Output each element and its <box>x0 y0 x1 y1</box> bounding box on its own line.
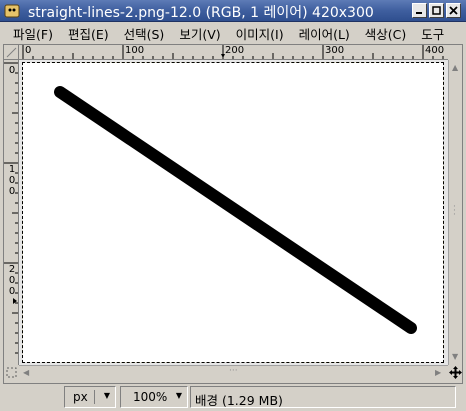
minimize-icon <box>416 12 422 14</box>
zoom-value: 100% <box>133 390 168 404</box>
minimize-button[interactable] <box>412 3 427 18</box>
menu-colors[interactable]: 색상(C) <box>365 24 406 43</box>
straight-line-stroke <box>54 86 417 334</box>
window-title: straight-lines-2.png-12.0 (RGB, 1 레이어) 4… <box>28 5 374 21</box>
zoom-selector[interactable]: 100% ▼ <box>120 386 188 408</box>
vertical-scrollbar[interactable]: ▲ · · · ▼ <box>448 60 462 365</box>
horizontal-scrollbar[interactable]: ◀ ··· ▶ <box>19 365 448 380</box>
vertical-ruler[interactable]: 0 100 200 <box>4 60 19 365</box>
menu-tools[interactable]: 도구 <box>421 24 444 43</box>
scroll-down-arrow-icon[interactable]: ▼ <box>452 352 458 361</box>
unit-value: px <box>73 390 88 404</box>
hruler-label-300: 300 <box>325 45 345 56</box>
maximize-icon <box>432 6 441 15</box>
close-icon <box>449 6 458 15</box>
title-bar: straight-lines-2.png-12.0 (RGB, 1 레이어) 4… <box>0 0 466 22</box>
unit-selector[interactable]: px ▼ <box>64 386 116 408</box>
navigate-button[interactable] <box>448 365 462 380</box>
menu-image[interactable]: 이미지(I) <box>236 24 284 43</box>
ruler-corner-icon <box>6 47 17 58</box>
hscroll-grip-icon[interactable]: ··· <box>229 366 238 376</box>
scroll-grip-icon[interactable]: · · · <box>453 203 456 220</box>
close-button[interactable] <box>446 3 461 18</box>
menu-layer[interactable]: 레이어(L) <box>299 24 350 43</box>
horizontal-ruler[interactable]: 0 100 200 300 400 <box>19 45 448 60</box>
quick-mask-button[interactable] <box>4 365 19 380</box>
hruler-label-0: 0 <box>25 45 32 56</box>
vruler-label-100: 100 <box>8 164 16 197</box>
scroll-left-arrow-icon[interactable]: ◀ <box>23 368 29 377</box>
vruler-label-0: 0 <box>8 65 16 76</box>
menu-view[interactable]: 보기(V) <box>179 24 220 43</box>
ruler-corner <box>4 45 19 60</box>
combo-separator <box>94 390 95 404</box>
zoom-chevron-down-icon[interactable]: ▼ <box>176 391 182 400</box>
status-message: 배경 (1.29 MB) <box>190 386 456 408</box>
menu-file[interactable]: 파일(F) <box>13 24 53 43</box>
image-canvas[interactable] <box>22 62 444 363</box>
vruler-label-200: 200 <box>8 264 16 297</box>
hruler-label-400: 400 <box>425 45 445 56</box>
hruler-label-100: 100 <box>125 45 145 56</box>
status-bar: px ▼ 100% ▼ 배경 (1.29 MB) <box>0 384 466 411</box>
menu-edit[interactable]: 편집(E) <box>68 24 109 43</box>
maximize-button[interactable] <box>429 3 444 18</box>
quick-mask-icon <box>6 367 17 378</box>
navigate-icon <box>448 366 462 379</box>
hruler-label-200: 200 <box>225 45 245 56</box>
menu-select[interactable]: 선택(S) <box>124 24 165 43</box>
menu-bar: 파일(F) 편집(E) 선택(S) 보기(V) 이미지(I) 레이어(L) 색상… <box>0 22 466 44</box>
chevron-down-icon[interactable]: ▼ <box>104 391 110 400</box>
scroll-up-arrow-icon[interactable]: ▲ <box>452 63 458 72</box>
gimp-app-icon <box>4 4 20 18</box>
scroll-right-arrow-icon[interactable]: ▶ <box>435 368 441 377</box>
